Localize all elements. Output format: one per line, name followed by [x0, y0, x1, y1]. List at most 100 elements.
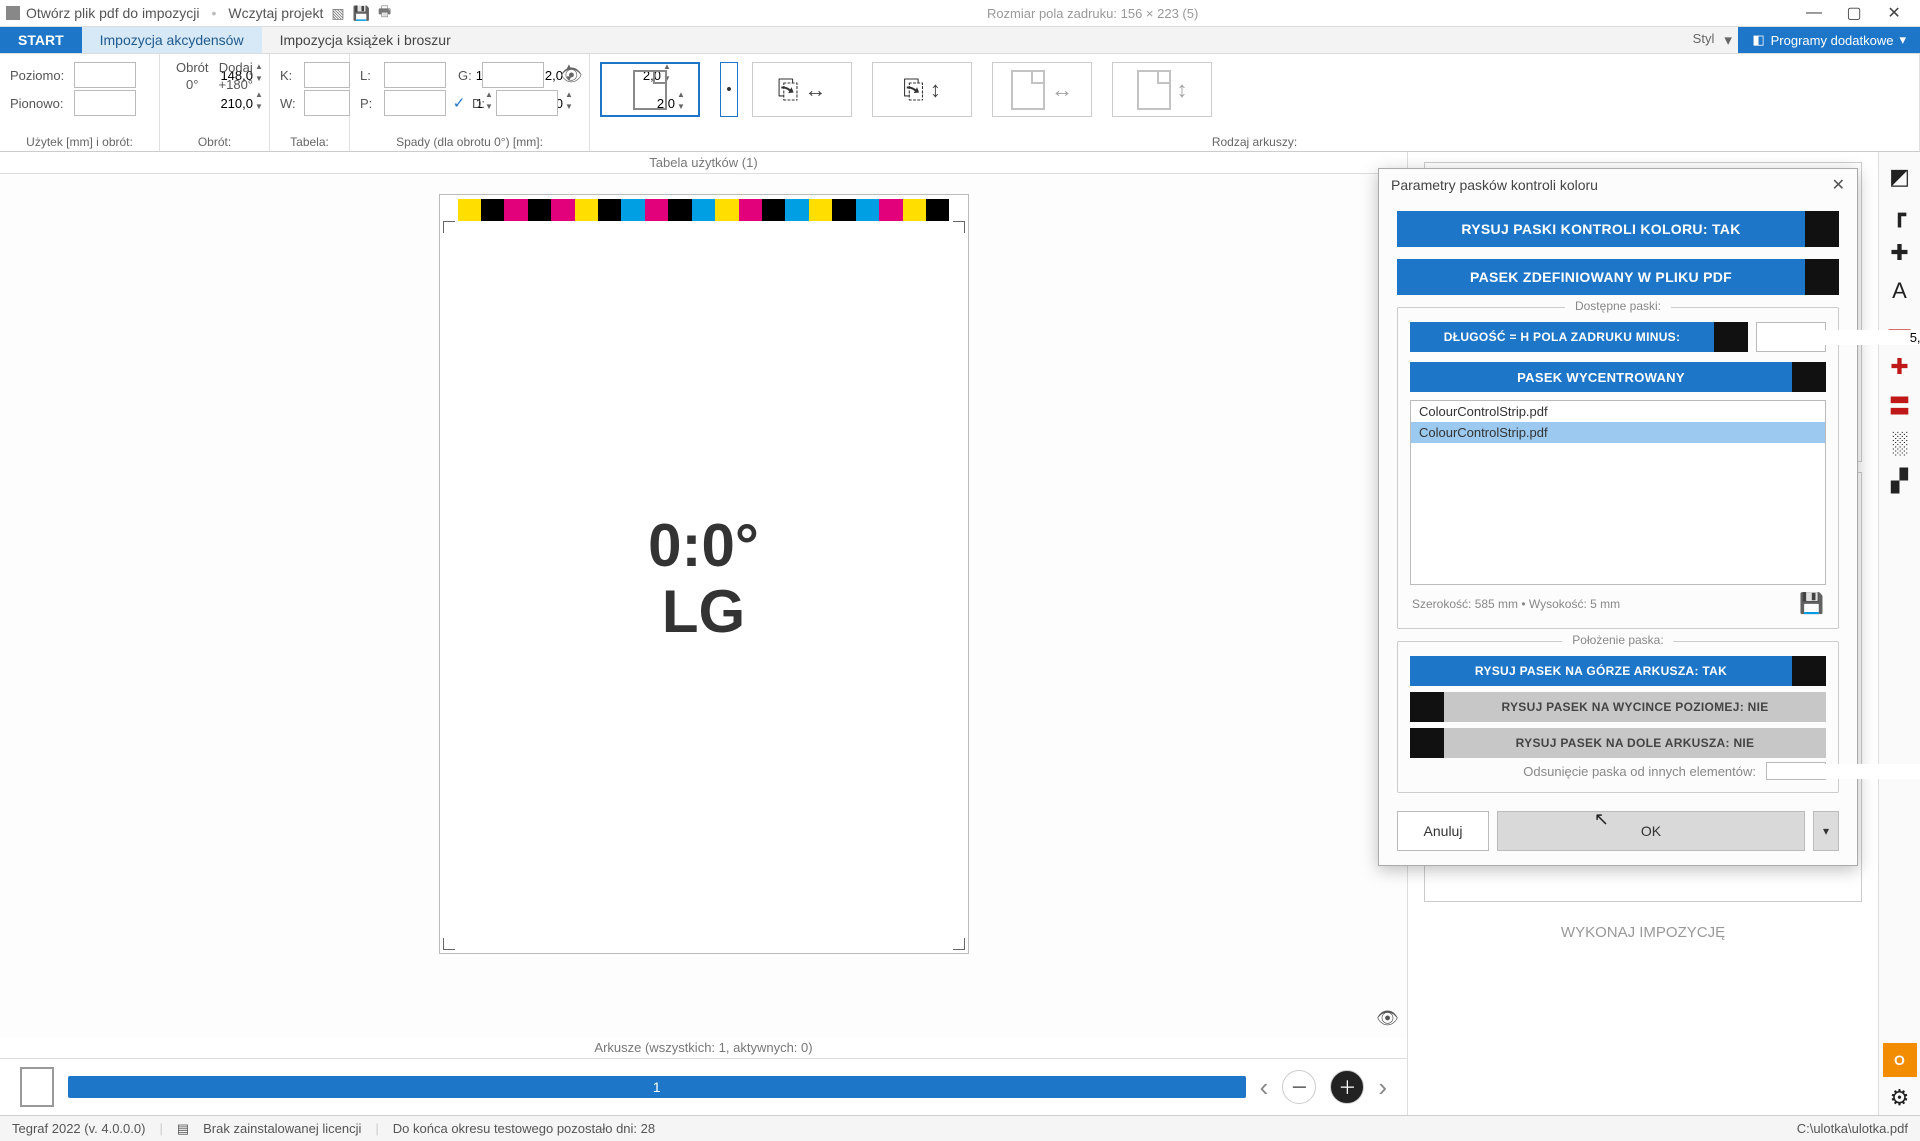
sheet-type-2[interactable]: ⎘↔	[752, 62, 852, 117]
vtool-lines-icon[interactable]: 〓	[1883, 388, 1917, 422]
vtool-pattern-icon[interactable]: ░	[1883, 426, 1917, 460]
vtool-orange-button[interactable]: O	[1883, 1043, 1917, 1077]
k-label: K:	[280, 68, 298, 83]
toggle-indicator	[1805, 259, 1839, 295]
app-icon	[6, 6, 20, 20]
page-thumb-icon[interactable]	[20, 1067, 54, 1107]
sheet-type-1-variant[interactable]: •	[720, 62, 738, 117]
available-strips-legend: Dostępne paski:	[1565, 299, 1671, 313]
w-label: W:	[280, 96, 298, 111]
print-icon[interactable]: 🖶	[378, 1, 391, 25]
list-item[interactable]: ColourControlStrip.pdf	[1411, 422, 1825, 443]
g-input[interactable]: ▲▼	[482, 62, 544, 88]
vtool-settings-icon[interactable]: ⚙	[1883, 1081, 1917, 1115]
style-dropdown[interactable]: ▾	[1724, 27, 1738, 53]
tab-start[interactable]: START	[0, 27, 82, 53]
toggle-strip-in-pdf[interactable]: PASEK ZDEFINIOWANY W PLIKU PDF	[1397, 259, 1839, 295]
poziomo-input[interactable]: ▲▼	[74, 62, 136, 88]
open-pdf-link[interactable]: Otwórz plik pdf do impozycji	[26, 5, 200, 21]
color-strip-dialog: Parametry pasków kontroli koloru ✕ RYSUJ…	[1378, 168, 1858, 866]
toggle-draw-strips[interactable]: RYSUJ PASKI KONTROLI KOLORU: TAK	[1397, 211, 1839, 247]
strip-file-list[interactable]: ColourControlStrip.pdf ColourControlStri…	[1410, 400, 1826, 585]
obrot-caption: Obrót:	[198, 131, 231, 149]
toggle-indicator	[1805, 211, 1839, 247]
toggle-draw-strips-label: RYSUJ PASKI KONTROLI KOLORU: TAK	[1397, 211, 1805, 247]
k-input[interactable]: ▲▼	[304, 62, 350, 88]
bleed-link-icon[interactable]: ✓	[452, 94, 466, 112]
d-input[interactable]: ▲▼	[496, 90, 558, 116]
sheet-type-5[interactable]: ↕	[1112, 62, 1212, 117]
bleed-visibility-icon[interactable]: 👁	[560, 65, 583, 86]
length-mode-button[interactable]: DŁUGOŚĆ = H POLA ZADRUKU MINUS:	[1410, 322, 1748, 352]
toggle-strip-top-label: RYSUJ PASEK NA GÓRZE ARKUSZA: TAK	[1410, 656, 1792, 686]
status-trial: Do końca okresu testowego pozostało dni:…	[393, 1121, 655, 1136]
rodzaj-caption: Rodzaj arkuszy:	[600, 131, 1909, 149]
dialog-title: Parametry pasków kontroli koloru	[1391, 177, 1598, 193]
sheet-type-3[interactable]: ⎘↕	[872, 62, 972, 117]
dialog-close-button[interactable]: ✕	[1832, 175, 1845, 195]
crop-mark-bl	[443, 938, 455, 950]
centered-toggle[interactable]: PASEK WYCENTROWANY	[1410, 362, 1826, 392]
save-strip-icon[interactable]: 💾	[1799, 591, 1824, 616]
page-zoom-in-button[interactable]: ＋	[1330, 1070, 1364, 1104]
extra-programs-button[interactable]: ◧ Programy dodatkowe ▾	[1738, 27, 1920, 53]
load-project-link[interactable]: Wczytaj projekt	[228, 5, 323, 21]
l-label: L:	[360, 68, 378, 83]
toggle-strip-bottom[interactable]: RYSUJ PASEK NA DOLE ARKUSZA: NIE	[1410, 728, 1826, 758]
maximize-button[interactable]: ▢	[1834, 3, 1874, 23]
vtool-text-icon[interactable]: A	[1883, 274, 1917, 308]
offset-input[interactable]: ▲▼	[1766, 762, 1826, 780]
preview-eye-icon[interactable]: 👁	[1376, 1008, 1399, 1029]
cancel-button[interactable]: Anuluj	[1397, 811, 1489, 851]
l-input[interactable]: ▲▼	[384, 62, 446, 88]
toggle-strip-top[interactable]: RYSUJ PASEK NA GÓRZE ARKUSZA: TAK	[1410, 656, 1826, 686]
rotate-button[interactable]: Obrót 0°	[176, 60, 209, 94]
tab-impozycja-akcydensow[interactable]: Impozycja akcydensów	[82, 27, 262, 53]
toggle-strip-cut[interactable]: RYSUJ PASEK NA WYCINCE POZIOMEJ: NIE	[1410, 692, 1826, 722]
vtool-crop-icon[interactable]: ┏	[1883, 198, 1917, 232]
imposition-sheet[interactable]: 0:0° LG	[439, 194, 969, 954]
sheet-type-1[interactable]	[600, 62, 700, 117]
extra-programs-label: Programy dodatkowe	[1771, 33, 1894, 48]
page-prev-button[interactable]: ‹	[1260, 1072, 1269, 1103]
ok-dropdown[interactable]: ▾	[1813, 811, 1839, 851]
chevron-down-icon: ▾	[1899, 32, 1906, 48]
toggle-strip-cut-label: RYSUJ PASEK NA WYCINCE POZIOMEJ: NIE	[1444, 692, 1826, 722]
centered-toggle-label: PASEK WYCENTROWANY	[1410, 362, 1792, 392]
sheet-type-4[interactable]: ↔	[992, 62, 1092, 117]
run-imposition-button[interactable]: WYKONAJ IMPOZYCJĘ	[1424, 912, 1862, 953]
list-item[interactable]: ColourControlStrip.pdf	[1411, 401, 1825, 422]
add-180-button[interactable]: Dodaj +180°	[219, 60, 253, 94]
toggle-strip-in-pdf-label: PASEK ZDEFINIOWANY W PLIKU PDF	[1397, 259, 1805, 295]
cursor-icon: ↖	[1594, 809, 1609, 830]
w-input[interactable]: ▲▼	[304, 90, 350, 116]
vtool-corner-icon[interactable]: ◩	[1883, 160, 1917, 194]
page-next-button[interactable]: ›	[1378, 1072, 1387, 1103]
close-button[interactable]: ✕	[1874, 3, 1914, 23]
separator: •	[212, 5, 217, 21]
toggle-indicator	[1792, 656, 1826, 686]
sheets-title: Arkusze (wszystkich: 1, aktywnych: 0)	[0, 1037, 1407, 1058]
toggle-indicator	[1714, 322, 1748, 352]
tab-impozycja-ksiazek[interactable]: Impozycja książek i broszur	[262, 27, 469, 53]
vtool-checker-icon[interactable]: ▞	[1883, 464, 1917, 498]
page-zoom-out-button[interactable]: －	[1282, 1070, 1316, 1104]
p-input[interactable]: ▲▼	[384, 90, 446, 116]
uzytek-caption: Użytek [mm] i obrót:	[10, 131, 149, 149]
ok-button[interactable]: OK ↖	[1497, 811, 1805, 851]
project-icon[interactable]: ▧	[331, 5, 344, 22]
style-label: Styl	[1683, 27, 1725, 53]
crop-mark-br	[953, 938, 965, 950]
toggle-indicator	[1410, 692, 1444, 722]
canvas-title: Tabela użytków (1)	[0, 152, 1407, 173]
page-slider[interactable]: 1	[68, 1076, 1246, 1098]
minimize-button[interactable]: —	[1794, 4, 1834, 22]
sheet-rotation-label: 0:0°	[440, 513, 968, 579]
vtool-cross-icon[interactable]: ✚	[1883, 350, 1917, 384]
length-value-input[interactable]: ▲▼	[1756, 322, 1826, 352]
save-icon[interactable]: 💾	[353, 5, 370, 22]
vtool-target-icon[interactable]: ✚	[1883, 236, 1917, 270]
crop-mark-tl	[443, 221, 455, 233]
pionowo-input[interactable]: ▲▼	[74, 90, 136, 116]
p-label: P:	[360, 96, 378, 111]
